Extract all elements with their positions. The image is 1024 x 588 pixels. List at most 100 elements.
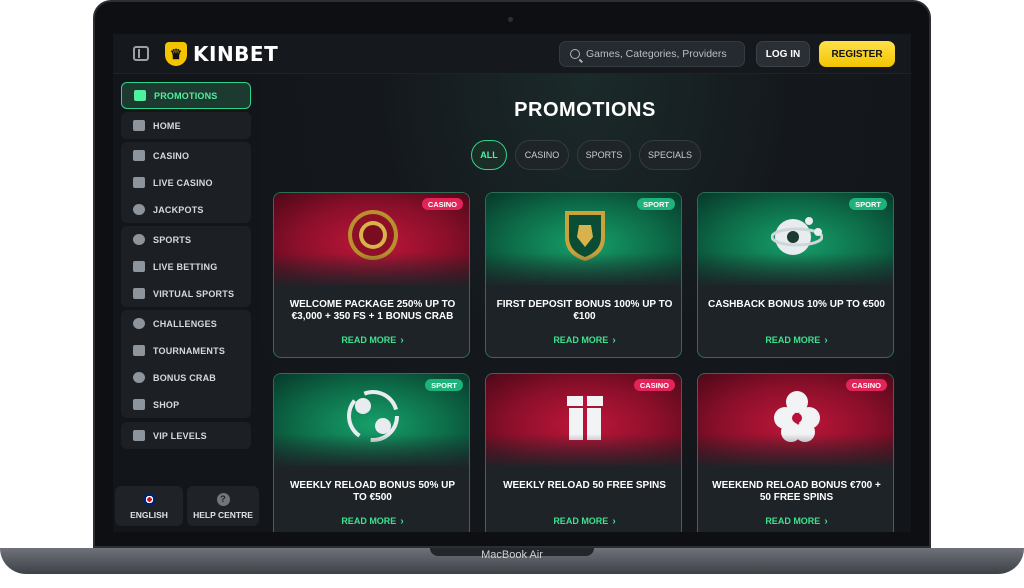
chevron-right-icon: › bbox=[400, 335, 404, 346]
tab-specials[interactable]: SPECIALS bbox=[639, 140, 701, 170]
basket-icon bbox=[133, 399, 145, 410]
nav-group-vip: VIP LEVELS bbox=[121, 422, 251, 449]
language-label: ENGLISH bbox=[130, 509, 168, 520]
read-more-link[interactable]: READ MORE › bbox=[698, 516, 893, 527]
nav-group-challenges: CHALLENGES TOURNAMENTS BONUS CRAB SHOP bbox=[121, 310, 251, 418]
help-icon: ? bbox=[216, 492, 230, 506]
promo-title: CASHBACK BONUS 10% UP TO €500 bbox=[708, 299, 885, 310]
soccer-ball-icon bbox=[133, 234, 145, 245]
home-icon bbox=[133, 120, 145, 131]
sidebar-item-label: VIRTUAL SPORTS bbox=[153, 288, 235, 299]
sidebar-item-promotions[interactable]: PROMOTIONS bbox=[121, 82, 251, 109]
device-label: MacBook Air bbox=[481, 549, 543, 561]
sidebar-item-label: VIP LEVELS bbox=[153, 430, 207, 441]
sidebar-item-label: SHOP bbox=[153, 399, 180, 410]
sidebar-item-bonus-crab[interactable]: BONUS CRAB bbox=[121, 364, 251, 391]
image-fade bbox=[486, 253, 681, 289]
language-button[interactable]: ENGLISH bbox=[115, 486, 183, 526]
promo-card[interactable]: SPORT FIRST DEPOSIT BONUS 100% UP TO €10… bbox=[485, 192, 682, 358]
camera bbox=[508, 17, 513, 22]
gift-icon bbox=[134, 90, 146, 101]
promo-title: FIRST DEPOSIT BONUS 100% UP TO €100 bbox=[496, 299, 673, 322]
sidebar-item-home[interactable]: HOME bbox=[121, 112, 251, 139]
promo-title: WELCOME PACKAGE 250% UP TO €3,000 + 350 … bbox=[289, 299, 456, 322]
read-more-link[interactable]: READ MORE › bbox=[486, 335, 681, 346]
tab-all[interactable]: ALL bbox=[471, 140, 507, 170]
promo-card[interactable]: SPORT WEEKLY RELOAD BONUS 50% UP TO €500… bbox=[273, 373, 470, 532]
sidebar-item-casino[interactable]: CASINO bbox=[121, 142, 251, 169]
category-badge: SPORT bbox=[425, 379, 463, 391]
category-badge: CASINO bbox=[845, 379, 887, 391]
sidebar-item-vip-levels[interactable]: VIP LEVELS bbox=[121, 422, 251, 449]
help-centre-button[interactable]: ? HELP CENTRE bbox=[187, 486, 259, 526]
category-badge: SPORT bbox=[637, 198, 675, 210]
register-button[interactable]: REGISTER bbox=[819, 41, 895, 67]
promo-card[interactable]: CASINO WEEKLY RELOAD 50 FREE SPINS READ … bbox=[485, 373, 682, 532]
category-badge: CASINO bbox=[633, 379, 675, 391]
promo-card[interactable]: CASINO WEEKEND RELOAD BONUS €700 + 50 FR… bbox=[697, 373, 894, 532]
read-more-link[interactable]: READ MORE › bbox=[698, 335, 893, 346]
sidebar-item-live-betting[interactable]: LIVE BETTING bbox=[121, 253, 251, 280]
sidebar-item-sports[interactable]: SPORTS bbox=[121, 226, 251, 253]
clover-icon bbox=[133, 204, 145, 215]
diamond-icon bbox=[133, 430, 145, 441]
read-more-label: READ MORE bbox=[553, 335, 609, 345]
promo-title: WEEKEND RELOAD BONUS €700 + 50 FREE SPIN… bbox=[712, 480, 881, 503]
nav-group-casino: CASINO LIVE CASINO JACKPOTS bbox=[121, 142, 251, 223]
trophy-icon bbox=[133, 345, 145, 356]
sidebar-item-live-casino[interactable]: LIVE CASINO bbox=[121, 169, 251, 196]
lion-shield-icon: ♛ bbox=[165, 42, 187, 66]
uk-flag-icon bbox=[142, 492, 156, 506]
sidebar-item-challenges[interactable]: CHALLENGES bbox=[121, 310, 251, 337]
sidebar-item-label: SPORTS bbox=[153, 234, 192, 245]
tab-sports[interactable]: SPORTS bbox=[577, 140, 631, 170]
sidebar-item-label: PROMOTIONS bbox=[154, 90, 218, 101]
tab-casino[interactable]: CASINO bbox=[515, 140, 569, 170]
sidebar-item-label: TOURNAMENTS bbox=[153, 345, 226, 356]
promo-card[interactable]: CASINO WELCOME PACKAGE 250% UP TO €3,000… bbox=[273, 192, 470, 358]
sidebar-item-label: BONUS CRAB bbox=[153, 372, 217, 383]
image-fade bbox=[698, 434, 893, 470]
category-badge: SPORT bbox=[849, 198, 887, 210]
promo-card[interactable]: SPORT CASHBACK BONUS 10% UP TO €500 READ… bbox=[697, 192, 894, 358]
sidebar: PROMOTIONS HOME CASINO LIVE CASINO JACKP… bbox=[113, 74, 259, 532]
virtual-icon bbox=[133, 288, 145, 299]
image-fade bbox=[274, 434, 469, 470]
logo[interactable]: ♛ KINBET bbox=[165, 40, 278, 68]
read-more-link[interactable]: READ MORE › bbox=[486, 516, 681, 527]
card-icon bbox=[133, 177, 145, 188]
nav-group-promotions: PROMOTIONS bbox=[121, 82, 251, 109]
search-icon bbox=[570, 49, 580, 59]
sidebar-item-tournaments[interactable]: TOURNAMENTS bbox=[121, 337, 251, 364]
login-button[interactable]: LOG IN bbox=[756, 41, 810, 67]
chevron-right-icon: › bbox=[824, 516, 828, 527]
image-fade bbox=[698, 253, 893, 289]
read-more-label: READ MORE bbox=[765, 516, 821, 526]
sidebar-toggle-icon[interactable] bbox=[133, 46, 149, 61]
chevron-right-icon: › bbox=[612, 335, 616, 346]
chevron-right-icon: › bbox=[400, 516, 404, 527]
image-fade bbox=[486, 434, 681, 470]
help-label: HELP CENTRE bbox=[193, 509, 253, 520]
screen: ♛ KINBET Games, Categories, Providers LO… bbox=[113, 34, 911, 532]
category-badge: CASINO bbox=[421, 198, 463, 210]
search-input[interactable]: Games, Categories, Providers bbox=[559, 41, 745, 67]
read-more-link[interactable]: READ MORE › bbox=[274, 335, 469, 346]
brand-name: KINBET bbox=[193, 42, 279, 66]
filter-tabs: ALL CASINO SPORTS SPECIALS bbox=[471, 140, 701, 170]
sidebar-item-label: LIVE BETTING bbox=[153, 261, 218, 272]
read-more-label: READ MORE bbox=[341, 516, 397, 526]
crab-icon bbox=[133, 372, 145, 383]
live-icon bbox=[133, 261, 145, 272]
read-more-label: READ MORE bbox=[765, 335, 821, 345]
read-more-label: READ MORE bbox=[553, 516, 609, 526]
sidebar-item-jackpots[interactable]: JACKPOTS bbox=[121, 196, 251, 223]
sidebar-item-label: LIVE CASINO bbox=[153, 177, 213, 188]
medal-icon bbox=[133, 318, 145, 329]
read-more-link[interactable]: READ MORE › bbox=[274, 516, 469, 527]
sidebar-item-virtual-sports[interactable]: VIRTUAL SPORTS bbox=[121, 280, 251, 307]
chevron-right-icon: › bbox=[824, 335, 828, 346]
sidebar-item-label: JACKPOTS bbox=[153, 204, 204, 215]
sidebar-item-shop[interactable]: SHOP bbox=[121, 391, 251, 418]
nav-group-sports: SPORTS LIVE BETTING VIRTUAL SPORTS bbox=[121, 226, 251, 307]
